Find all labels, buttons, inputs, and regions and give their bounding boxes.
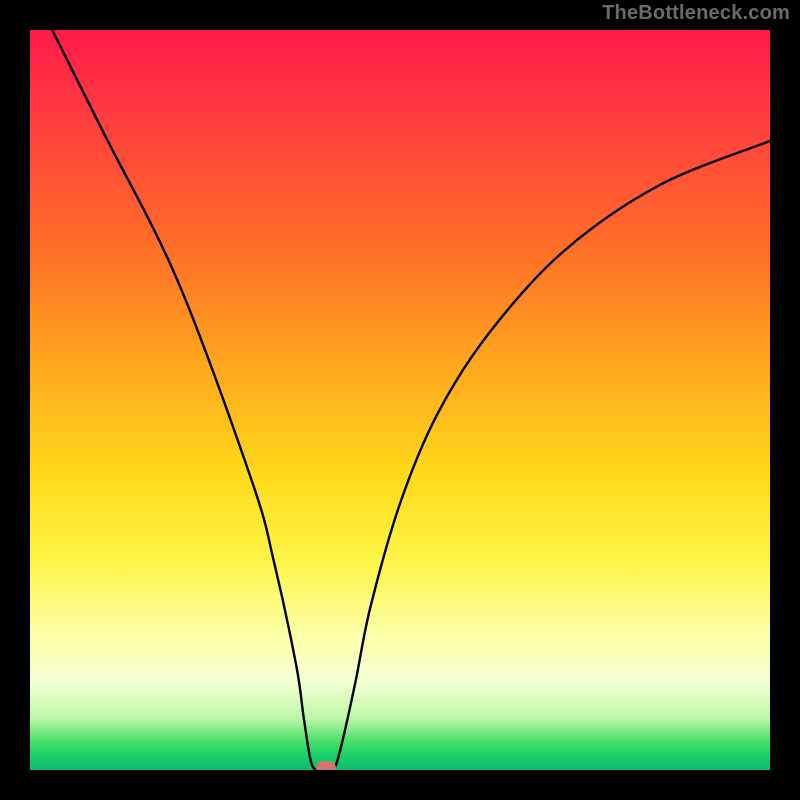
chart-frame: TheBottleneck.com <box>0 0 800 800</box>
plot-area <box>30 30 770 770</box>
curve-path <box>52 30 770 770</box>
optimal-marker <box>316 761 336 770</box>
bottleneck-curve <box>30 30 770 770</box>
watermark-text: TheBottleneck.com <box>602 2 790 25</box>
